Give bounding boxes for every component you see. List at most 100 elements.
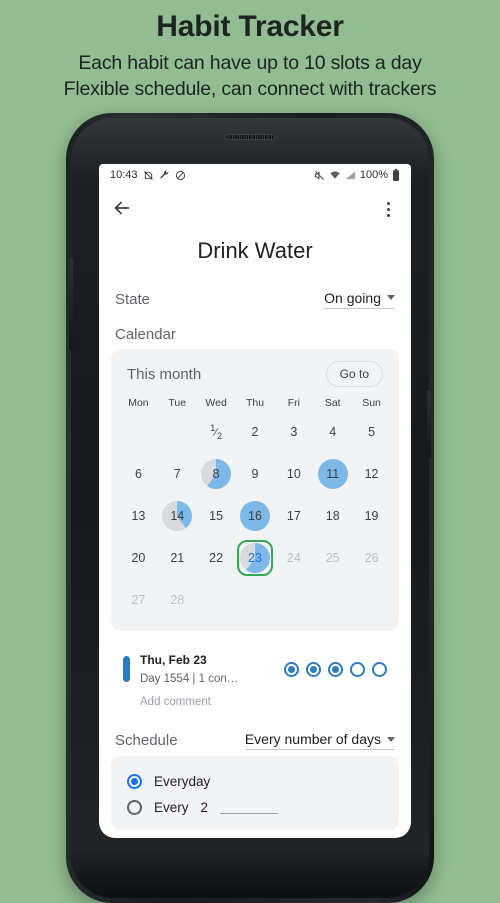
status-time: 10:43 bbox=[110, 169, 138, 181]
add-comment-field[interactable]: Add comment bbox=[123, 687, 387, 709]
calendar-day-cell[interactable]: 24 bbox=[274, 537, 313, 579]
schedule-option-label: Every bbox=[154, 799, 189, 815]
calendar-day-cell[interactable]: 12 bbox=[352, 453, 391, 495]
calendar-day-number: 20 bbox=[131, 551, 146, 565]
calendar-cell-empty bbox=[313, 579, 352, 621]
slot-filled[interactable] bbox=[328, 661, 343, 677]
calendar-day-number: 7 bbox=[173, 467, 181, 481]
radio-every-n-days[interactable] bbox=[127, 799, 142, 815]
mute-icon bbox=[314, 170, 325, 181]
schedule-mode-value: Every number of days bbox=[244, 731, 381, 747]
calendar-cell-empty bbox=[352, 579, 391, 621]
calendar-weekday: Fri bbox=[287, 397, 300, 409]
goto-button[interactable]: Go to bbox=[325, 361, 383, 387]
calendar-month-label: This month bbox=[127, 365, 202, 383]
calendar-day-cell[interactable]: 11 bbox=[313, 453, 352, 495]
calendar-day-number: 18 bbox=[325, 509, 340, 523]
calendar-day-cell[interactable]: 28 bbox=[158, 579, 197, 621]
calendar-day-number: 26 bbox=[364, 551, 379, 565]
calendar-day-number: 2 bbox=[251, 425, 259, 439]
app-bar bbox=[99, 186, 411, 232]
calendar-day-cell[interactable]: 22 bbox=[197, 537, 236, 579]
calendar-weekday: Sun bbox=[362, 397, 381, 409]
calendar-day-cell[interactable]: 15 bbox=[197, 495, 236, 537]
calendar-day-number: 8 bbox=[212, 467, 220, 481]
calendar-day-cell[interactable]: 2 bbox=[236, 411, 275, 453]
status-bar: 10:43 100% bbox=[99, 164, 411, 186]
schedule-label: Schedule bbox=[115, 732, 178, 749]
battery-percent: 100% bbox=[359, 169, 388, 181]
day-entry-header: Thu, Feb 23 Day 1554 | 1 con… bbox=[123, 651, 387, 687]
calendar-day-cell[interactable]: 3 bbox=[274, 411, 313, 453]
calendar-day-number: 28 bbox=[170, 593, 185, 607]
calendar-day-number: 5 bbox=[368, 425, 376, 439]
slot-empty[interactable] bbox=[350, 661, 365, 677]
calendar-day-cell[interactable]: 23 bbox=[236, 537, 275, 579]
calendar-day-cell[interactable]: 9 bbox=[236, 453, 275, 495]
radio-everyday[interactable] bbox=[127, 773, 142, 789]
power-button[interactable] bbox=[427, 390, 431, 458]
calendar-day-cell[interactable]: 14 bbox=[158, 495, 197, 537]
calendar-day-number: 24 bbox=[286, 551, 301, 565]
phone-screen: 10:43 100% Drink Water State On going Ca… bbox=[99, 164, 411, 838]
calendar-day-cell[interactable]: 16 bbox=[236, 495, 275, 537]
calendar-day-cell[interactable]: 19 bbox=[352, 495, 391, 537]
signal-icon bbox=[345, 170, 356, 181]
promo-title: Habit Tracker bbox=[156, 10, 344, 43]
slot-row bbox=[284, 661, 387, 677]
calendar-weekday: Sat bbox=[324, 397, 341, 409]
do-not-disturb-icon bbox=[175, 170, 186, 181]
volume-button[interactable] bbox=[69, 258, 73, 350]
calendar-day-cell[interactable]: 7 bbox=[158, 453, 197, 495]
calendar-day-cell[interactable]: 4 bbox=[313, 411, 352, 453]
calendar-day-number: 13 bbox=[131, 509, 146, 523]
calendar-day-cell[interactable]: 1⁄2 bbox=[197, 411, 236, 453]
calendar-cell-empty bbox=[274, 579, 313, 621]
slot-empty[interactable] bbox=[372, 661, 387, 677]
phone-mockup: 10:43 100% Drink Water State On going Ca… bbox=[66, 113, 434, 903]
calendar-day-number: 14 bbox=[170, 509, 185, 523]
calendar-day-number: 22 bbox=[209, 551, 224, 565]
calendar-weekday: Thu bbox=[245, 397, 265, 409]
calendar-day-cell[interactable]: 21 bbox=[158, 537, 197, 579]
calendar-day-number: 10 bbox=[286, 467, 301, 481]
wrench-icon bbox=[159, 169, 170, 181]
calendar-day-cell[interactable]: 6 bbox=[119, 453, 158, 495]
back-arrow-icon[interactable] bbox=[111, 197, 135, 221]
calendar-day-cell[interactable]: 17 bbox=[274, 495, 313, 537]
schedule-mode-dropdown[interactable]: Every number of days bbox=[244, 731, 395, 750]
calendar-day-number: 4 bbox=[329, 425, 337, 439]
schedule-option-every-n-days[interactable]: Every 2 bbox=[127, 794, 383, 820]
calendar-card: This month Go to Mon Tue Wed Thu Fri Sat Sun 1… bbox=[111, 349, 399, 631]
calendar-day-number: 17 bbox=[286, 509, 301, 523]
calendar-day-number: 27 bbox=[131, 593, 146, 607]
state-dropdown[interactable]: On going bbox=[324, 290, 395, 309]
wifi-icon bbox=[329, 170, 341, 181]
calendar-cell-empty bbox=[158, 411, 197, 453]
calendar-day-number: 9 bbox=[251, 467, 259, 481]
calendar-day-number: 16 bbox=[248, 509, 262, 523]
calendar-day-cell[interactable]: 20 bbox=[119, 537, 158, 579]
day-entry-card: Thu, Feb 23 Day 1554 | 1 con… Add commen… bbox=[111, 641, 399, 717]
schedule-option-everyday[interactable]: Everyday bbox=[127, 768, 383, 794]
calendar-day-cell[interactable]: 18 bbox=[313, 495, 352, 537]
chevron-down-icon bbox=[387, 736, 395, 742]
slot-filled[interactable] bbox=[306, 661, 321, 677]
calendar-day-number: 6 bbox=[134, 467, 142, 481]
schedule-option-label: Everyday bbox=[154, 773, 211, 789]
calendar-day-cell[interactable]: 13 bbox=[119, 495, 158, 537]
slot-filled[interactable] bbox=[284, 661, 299, 677]
earpiece-speaker-icon bbox=[225, 134, 275, 140]
calendar-day-cell[interactable]: 27 bbox=[119, 579, 158, 621]
calendar-day-cell[interactable]: 10 bbox=[274, 453, 313, 495]
calendar-day-cell[interactable]: 8 bbox=[197, 453, 236, 495]
state-label: State bbox=[115, 290, 151, 308]
calendar-day-cell[interactable]: 25 bbox=[313, 537, 352, 579]
calendar-day-cell[interactable]: 26 bbox=[352, 537, 391, 579]
schedule-interval-input[interactable] bbox=[220, 800, 279, 814]
calendar-day-cell[interactable]: 5 bbox=[352, 411, 391, 453]
calendar-weekday: Tue bbox=[168, 397, 187, 409]
more-vertical-icon[interactable] bbox=[377, 197, 399, 221]
state-value: On going bbox=[324, 289, 381, 306]
calendar-day-number: 21 bbox=[170, 551, 185, 565]
